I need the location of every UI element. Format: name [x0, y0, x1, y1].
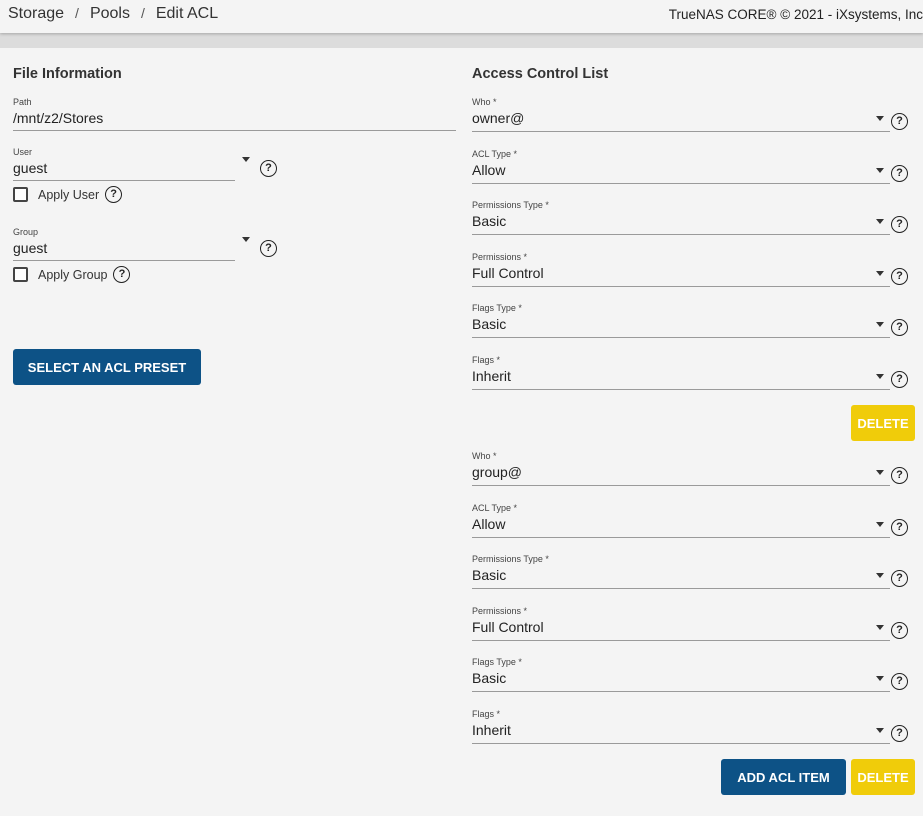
group-help-icon[interactable]: ? — [260, 240, 277, 257]
breadcrumb-pools[interactable]: Pools — [90, 5, 130, 22]
acl-item-1-delete-button[interactable]: DELETE — [851, 405, 915, 441]
acl-item-2-acl-type-caret-down-icon[interactable] — [876, 522, 884, 527]
path-field[interactable]: Path /mnt/z2/Stores — [13, 96, 456, 131]
top-bar: Storage / Pools / Edit ACL TrueNAS CORE® © 2… — [0, 0, 923, 33]
acl-item-2-flags-select[interactable]: Flags * Inherit — [472, 708, 890, 744]
path-value: /mnt/z2/Stores — [13, 110, 104, 126]
user-value: guest — [13, 160, 48, 176]
apply-user-label: Apply User — [38, 187, 100, 202]
acl-item-2-who-help-icon[interactable]: ? — [891, 467, 908, 484]
acl-item-1-who-caret-down-icon[interactable] — [876, 116, 884, 121]
acl-item-2-permissions-type-select[interactable]: Permissions Type * Basic — [472, 553, 890, 589]
acl-item-1-acl-type-select[interactable]: ACL Type * Allow — [472, 148, 890, 184]
acl-item-2-flags-type-caret-down-icon[interactable] — [876, 676, 884, 681]
acl-item-2-acl-type-value: Allow — [472, 516, 506, 532]
acl-item-1-who-select[interactable]: Who * owner@ — [472, 96, 890, 132]
select-acl-preset-button[interactable]: SELECT AN ACL PRESET — [13, 349, 201, 385]
acl-item-1-permissions-label: Permissions * — [472, 252, 528, 262]
acl-item-1-permissions-type-value: Basic — [472, 213, 507, 229]
acl-item-1-who-label: Who * — [472, 97, 497, 107]
acl-item-2-permissions-help-icon[interactable]: ? — [891, 622, 908, 639]
acl-item-2-acl-type-help-icon[interactable]: ? — [891, 519, 908, 536]
acl-item-2-flags-type-label: Flags Type * — [472, 657, 522, 667]
user-caret-down-icon[interactable] — [242, 157, 250, 162]
acl-item-1-permissions-type-label: Permissions Type * — [472, 200, 549, 210]
acl-item-1-who-value: owner@ — [472, 110, 525, 126]
acl-item-2-who-select[interactable]: Who * group@ — [472, 450, 890, 486]
acl-item-1-flags-select[interactable]: Flags * Inherit — [472, 354, 890, 390]
acl-item-1-flags-type-select[interactable]: Flags Type * Basic — [472, 302, 890, 338]
user-help-icon[interactable]: ? — [260, 160, 277, 177]
acl-item-1-flags-type-caret-down-icon[interactable] — [876, 322, 884, 327]
header-band — [0, 33, 923, 48]
acl-item-2-permissions-caret-down-icon[interactable] — [876, 625, 884, 630]
acl-item-2-permissions-type-help-icon[interactable]: ? — [891, 570, 908, 587]
apply-user-help-icon[interactable]: ? — [105, 186, 123, 203]
group-caret-down-icon[interactable] — [242, 237, 250, 242]
user-label: User — [13, 147, 33, 157]
acl-item-1-acl-type-caret-down-icon[interactable] — [876, 168, 884, 173]
acl-item-2-acl-type-label: ACL Type * — [472, 503, 518, 513]
apply-user-checkbox-row[interactable]: Apply User ? — [13, 186, 123, 203]
user-select[interactable]: User guest — [13, 146, 235, 181]
apply-group-checkbox-row[interactable]: Apply Group ? — [13, 266, 131, 283]
acl-item-1-flags-type-value: Basic — [472, 316, 507, 332]
add-acl-item-button[interactable]: ADD ACL ITEM — [721, 759, 846, 795]
group-select[interactable]: Group guest — [13, 226, 235, 261]
acl-item-2-who-caret-down-icon[interactable] — [876, 470, 884, 475]
acl-item-2-permissions-label: Permissions * — [472, 606, 528, 616]
acl-item-1-permissions-help-icon[interactable]: ? — [891, 268, 908, 285]
group-label: Group — [13, 227, 39, 237]
apply-group-help-icon[interactable]: ? — [113, 266, 131, 283]
acl-item-2-permissions-type-caret-down-icon[interactable] — [876, 573, 884, 578]
acl-item-1-flags-type-help-icon[interactable]: ? — [891, 319, 908, 336]
acl-item-1-flags-type-label: Flags Type * — [472, 303, 522, 313]
breadcrumb: Storage / Pools / Edit ACL — [8, 5, 219, 22]
acl-item-1-permissions-value: Full Control — [472, 265, 544, 281]
apply-group-checkbox[interactable] — [13, 267, 28, 282]
acl-item-1-permissions-select[interactable]: Permissions * Full Control — [472, 251, 890, 287]
acl-item-2-flags-help-icon[interactable]: ? — [891, 725, 908, 742]
acl-item-2-permissions-type-label: Permissions Type * — [472, 554, 549, 564]
acl-item-2-permissions-select[interactable]: Permissions * Full Control — [472, 605, 890, 641]
acl-item-2-permissions-value: Full Control — [472, 619, 544, 635]
acl-item-2-who-label: Who * — [472, 451, 497, 461]
acl-item-2-delete-button[interactable]: DELETE — [851, 759, 915, 795]
file-information-title: File Information — [13, 66, 122, 82]
acl-item-1-acl-type-value: Allow — [472, 162, 506, 178]
acl-item-2-flags-type-help-icon[interactable]: ? — [891, 673, 908, 690]
acl-item-1-flags-label: Flags * — [472, 355, 501, 365]
acl-item-2-flags-type-select[interactable]: Flags Type * Basic — [472, 656, 890, 692]
acl-item-1-permissions-type-select[interactable]: Permissions Type * Basic — [472, 199, 890, 235]
path-label: Path — [13, 97, 32, 107]
acl-item-2-permissions-type-value: Basic — [472, 567, 507, 583]
edit-acl-card: File Information Path /mnt/z2/Stores Use… — [0, 48, 923, 816]
acl-item-1-flags-help-icon[interactable]: ? — [891, 371, 908, 388]
acl-item-1-who-help-icon[interactable]: ? — [891, 113, 908, 130]
breadcrumb-storage[interactable]: Storage — [8, 5, 64, 22]
acl-item-2-who-value: group@ — [472, 464, 523, 480]
acl-item-2-flags-value: Inherit — [472, 722, 511, 738]
apply-user-checkbox[interactable] — [13, 187, 28, 202]
acl-item-2-flags-label: Flags * — [472, 709, 501, 719]
apply-group-label: Apply Group — [38, 267, 108, 282]
acl-item-2-flags-type-value: Basic — [472, 670, 507, 686]
acl-item-1-permissions-type-caret-down-icon[interactable] — [876, 219, 884, 224]
acl-item-1-permissions-type-help-icon[interactable]: ? — [891, 216, 908, 233]
acl-item-1-acl-type-label: ACL Type * — [472, 149, 518, 159]
acl-item-1-permissions-caret-down-icon[interactable] — [876, 271, 884, 276]
breadcrumb-edit-acl: Edit ACL — [155, 5, 219, 22]
group-value: guest — [13, 240, 48, 256]
acl-item-1-acl-type-help-icon[interactable]: ? — [891, 165, 908, 182]
copyright-text: TrueNAS CORE® © 2021 - iXsystems, Inc — [668, 7, 923, 22]
acl-item-2-flags-caret-down-icon[interactable] — [876, 728, 884, 733]
acl-item-2-acl-type-select[interactable]: ACL Type * Allow — [472, 502, 890, 538]
access-control-list-title: Access Control List — [472, 66, 609, 82]
acl-item-1-flags-value: Inherit — [472, 368, 511, 384]
acl-item-1-flags-caret-down-icon[interactable] — [876, 374, 884, 379]
